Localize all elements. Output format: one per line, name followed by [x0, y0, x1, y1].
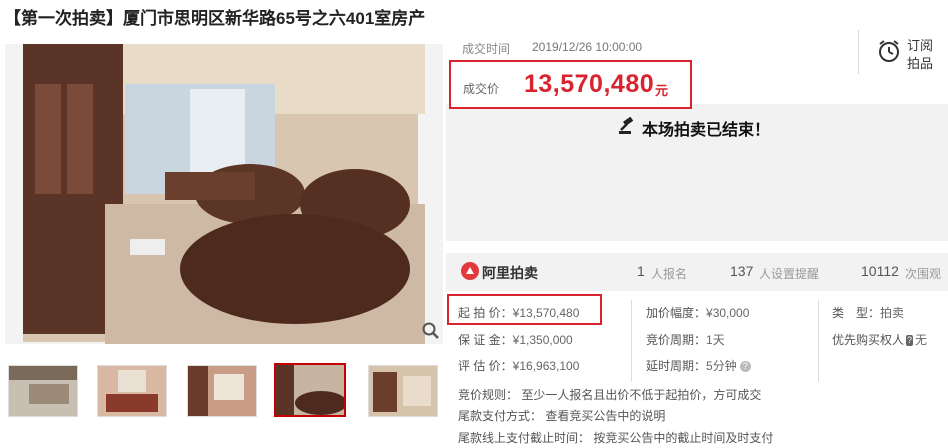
priority-row: 优先购买权人? 无 [832, 331, 927, 348]
delay-label: 延时周期： [646, 359, 707, 373]
increment-row: 加价幅度：¥30,000 [646, 304, 749, 321]
ali-auction-logo-icon [461, 262, 479, 280]
deposit-label: 保 证 金： [458, 333, 513, 347]
thumbnail-5[interactable] [368, 365, 438, 417]
deposit-row: 保 证 金：¥1,350,000 [458, 331, 573, 348]
room-photo [5, 44, 443, 344]
cycle-row: 竞价周期：1天 [646, 331, 725, 348]
start-price: ¥13,570,480 [512, 306, 580, 320]
increment-label: 加价幅度： [646, 306, 707, 320]
thumbnail-2[interactable] [97, 365, 167, 417]
gavel-icon [618, 116, 638, 135]
type-value: 拍卖 [880, 306, 905, 320]
priority-value: 无 [915, 333, 928, 347]
delay: 5分钟 [706, 359, 737, 373]
auction-ended-status: 本场拍卖已结束！ [642, 122, 771, 139]
alarm-clock-icon[interactable] [876, 38, 902, 64]
payment-deadline: 尾款线上支付截止时间： 按竞买公告中的截止时间及时支付 [458, 431, 774, 445]
magnifier-icon[interactable] [421, 321, 441, 341]
view-label: 次围观 [905, 267, 942, 281]
deal-time: 2019/12/26 10:00:00 [532, 40, 643, 54]
view-count: 10112 [861, 263, 899, 279]
start-price-row: 起 拍 价：¥13,570,480 [458, 304, 579, 321]
cycle-label: 竞价周期： [646, 333, 707, 347]
deal-price: 13,570,480 [524, 70, 655, 98]
assess-row: 评 估 价：¥16,963,100 [458, 357, 579, 374]
platform-label: 阿里拍卖 [482, 265, 538, 281]
type-label: 类 型： [832, 306, 881, 320]
increment: ¥30,000 [706, 306, 750, 320]
assess-label: 评 估 价： [458, 359, 513, 373]
priority-label: 优先购买权人 [832, 333, 905, 347]
main-photo[interactable] [5, 44, 443, 344]
deal-time-label: 成交时间 [462, 42, 511, 56]
column-divider [818, 300, 819, 382]
page-title: 【第一次拍卖】厦门市思明区新华路65号之六401室房产 [4, 9, 426, 28]
divider [858, 30, 859, 74]
thumbnail-1[interactable] [8, 365, 78, 417]
deal-price-label: 成交价 [463, 82, 500, 96]
thumbnail-4-selected[interactable] [274, 363, 346, 417]
reminder-count: 137 [730, 263, 754, 279]
signup-label: 人报名 [651, 267, 688, 281]
start-price-label: 起 拍 价： [458, 306, 513, 320]
deposit: ¥1,350,000 [512, 333, 573, 347]
deal-price-unit: 元 [655, 83, 669, 98]
assess-price: ¥16,963,100 [512, 359, 580, 373]
cycle: 1天 [706, 333, 725, 347]
subscribe-button[interactable]: 订阅拍品 [907, 37, 937, 73]
reminder-label: 人设置提醒 [759, 267, 820, 281]
signup-count: 1 [637, 263, 645, 279]
priority-help-icon[interactable]: ? [906, 335, 914, 346]
thumbnail-3[interactable] [187, 365, 257, 417]
payment-method: 尾款支付方式： 查看竞买公告中的说明 [458, 409, 666, 423]
bid-rule: 竞价规则： 至少一人报名且出价不低于起拍价，方可成交 [458, 388, 762, 402]
help-icon[interactable]: ? [739, 361, 751, 372]
column-divider [631, 300, 632, 382]
type-row: 类 型：拍卖 [832, 304, 904, 321]
delay-row: 延时周期：5分钟? [646, 357, 751, 374]
